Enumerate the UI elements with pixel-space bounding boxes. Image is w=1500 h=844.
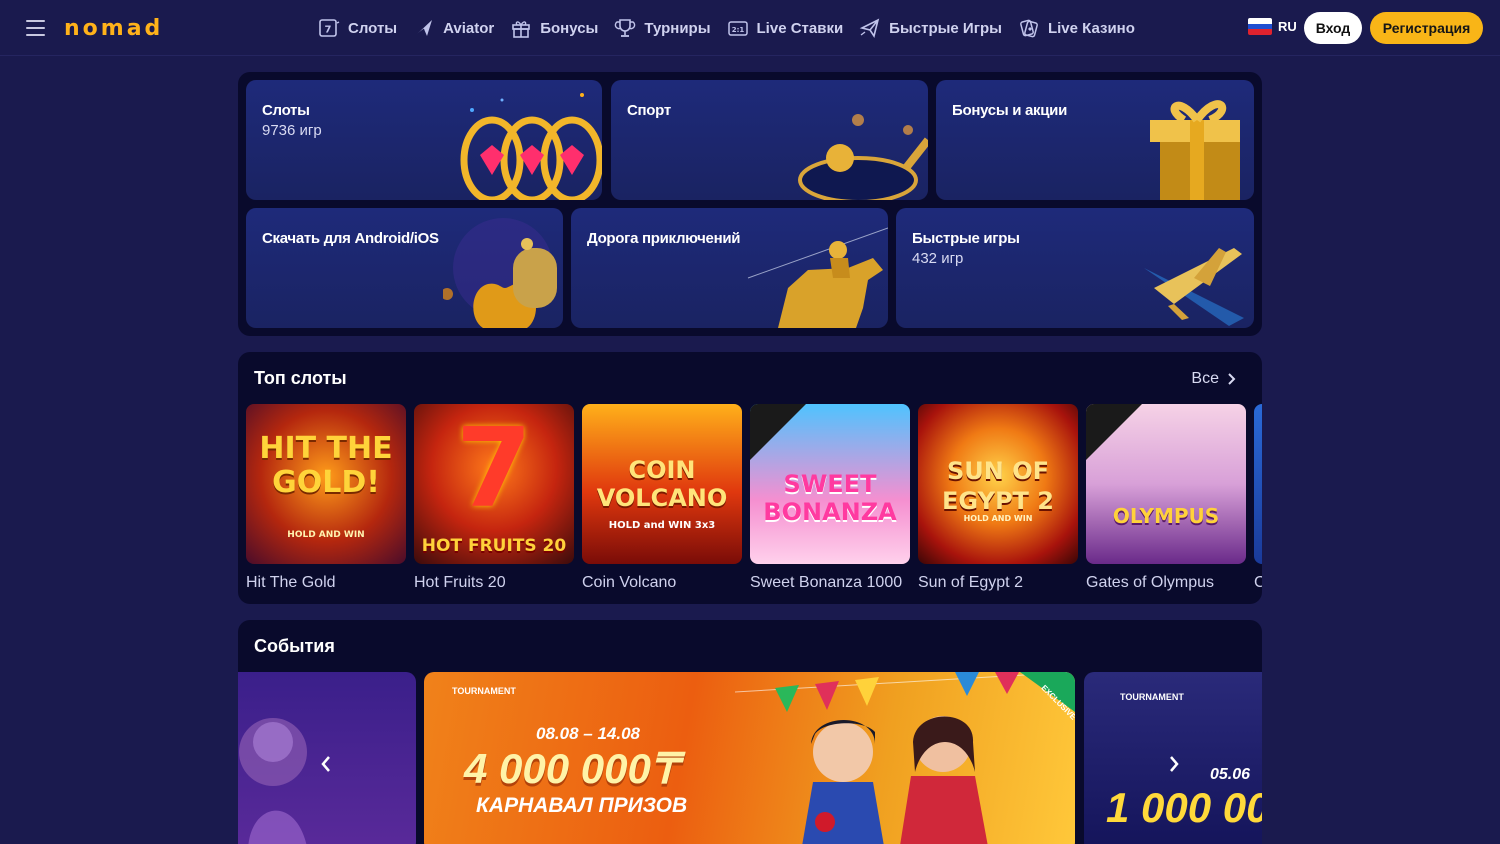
flag-ru-icon <box>1248 18 1272 35</box>
apple-android-icon <box>443 218 557 328</box>
event-banner-main[interactable]: TOURNAMENT 08.08 – 14.08 4 000 000₸ КАРН… <box>424 672 1075 844</box>
slot-card[interactable]: 7 HOT FRUITS 20 Hot Fruits 20 <box>414 404 574 592</box>
slot-thumbnail: 7 HOT FRUITS 20 <box>414 404 574 564</box>
gift-icon <box>510 17 532 39</box>
cards-icon <box>1018 17 1040 39</box>
slot-card[interactable]: COIN VOLCANO HOLD and WIN 3x3 Coin Volca… <box>582 404 742 592</box>
plane-icon <box>413 17 435 39</box>
nav-item-live-bets[interactable]: 2:1 Live Ставки <box>727 17 843 39</box>
header: nomad 7 Слоты Aviator Бонусы Турниры 2:1… <box>0 0 1500 56</box>
nav-item-fast-games[interactable]: Быстрые Игры <box>859 17 1002 39</box>
nav-item-tournaments[interactable]: Турниры <box>614 17 711 39</box>
drops-wins-badge <box>750 404 806 460</box>
jet-plane-icon <box>1144 248 1244 326</box>
menu-icon[interactable] <box>26 20 45 36</box>
category-bonuses[interactable]: Бонусы и акции <box>936 80 1254 200</box>
svg-text:7: 7 <box>325 25 332 36</box>
top-slots-title: Топ слоты <box>254 368 347 388</box>
slot-thumbnail <box>1254 404 1262 564</box>
scoreboard-icon: 2:1 <box>727 17 749 39</box>
slot-card[interactable]: C <box>1254 404 1262 592</box>
slot-thumbnail: HIT THE GOLD! HOLD AND WIN <box>246 404 406 564</box>
category-download-app[interactable]: Скачать для Android/iOS <box>246 208 563 328</box>
fast-plane-icon <box>859 17 881 39</box>
category-sport[interactable]: Спорт <box>611 80 928 200</box>
category-slots[interactable]: Слоты 9736 игр <box>246 80 602 200</box>
top-slots-panel: Топ слоты Все HIT THE GOLD! HOLD AND WIN… <box>238 352 1262 604</box>
tennis-racket-icon <box>798 114 928 200</box>
register-button[interactable]: Регистрация <box>1370 12 1483 44</box>
horse-rider-icon <box>747 227 888 328</box>
nav-item-aviator[interactable]: Aviator <box>413 17 494 39</box>
category-adventure-road[interactable]: Дорога приключений <box>571 208 888 328</box>
chevron-right-icon <box>1228 373 1236 385</box>
chevron-right-icon <box>1170 756 1179 772</box>
drops-wins-badge <box>1086 404 1142 460</box>
carousel-next-button[interactable] <box>1160 750 1188 778</box>
slot-thumbnail: SUN OF EGYPT 2 HOLD AND WIN <box>918 404 1078 564</box>
logo[interactable]: nomad <box>64 16 163 41</box>
slot-thumbnail: COIN VOLCANO HOLD and WIN 3x3 <box>582 404 742 564</box>
trophy-icon <box>614 17 636 39</box>
gold-gift-icon <box>1150 100 1240 200</box>
language-selector[interactable]: RU <box>1248 18 1297 35</box>
main-nav: 7 Слоты Aviator Бонусы Турниры 2:1 Live … <box>318 0 1151 56</box>
nav-item-bonuses[interactable]: Бонусы <box>510 17 598 39</box>
slot-thumbnail: SWEET BONANZA <box>750 404 910 564</box>
slot-card[interactable]: SUN OF EGYPT 2 HOLD AND WIN Sun of Egypt… <box>918 404 1078 592</box>
slot-card[interactable]: SWEET BONANZA Sweet Bonanza 1000 <box>750 404 910 592</box>
carousel-prev-button[interactable] <box>312 750 340 778</box>
slot-thumbnail: OLYMPUS <box>1086 404 1246 564</box>
chevron-left-icon <box>321 756 330 772</box>
category-fast-games[interactable]: Быстрые игры 432 игр <box>896 208 1254 328</box>
login-button[interactable]: Вход <box>1304 12 1362 44</box>
svg-text:2:1: 2:1 <box>731 26 744 34</box>
slot-reels-icon <box>460 93 602 200</box>
view-all-link[interactable]: Все <box>1191 370 1236 388</box>
events-panel: События TOURNAMENT 08.08 – 14.08 4 000 0… <box>238 620 1262 844</box>
nav-item-slots[interactable]: 7 Слоты <box>318 17 397 39</box>
nav-item-live-casino[interactable]: Live Казино <box>1018 17 1135 39</box>
slots-icon: 7 <box>318 17 340 39</box>
carnival-characters-art <box>735 672 1075 844</box>
slot-card[interactable]: OLYMPUS Gates of Olympus <box>1086 404 1246 592</box>
category-panel: Слоты 9736 игр Спорт Бонусы и акции Скач… <box>238 72 1262 336</box>
events-title: События <box>254 636 335 656</box>
slot-card[interactable]: HIT THE GOLD! HOLD AND WIN Hit The Gold <box>246 404 406 592</box>
